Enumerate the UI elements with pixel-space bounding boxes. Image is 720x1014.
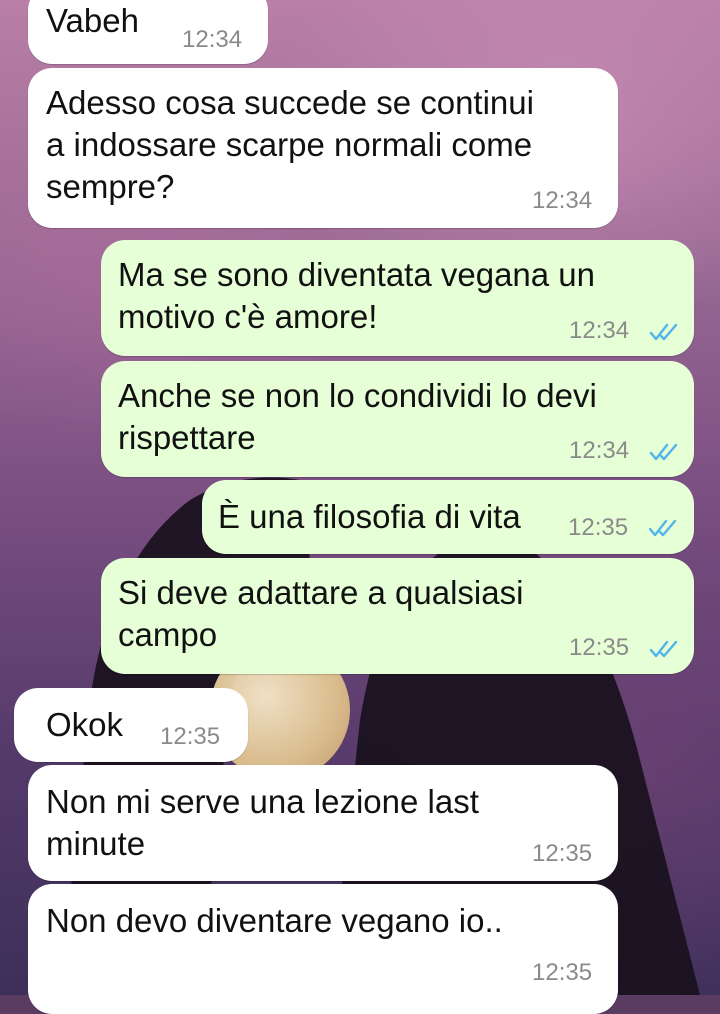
message-text: Adesso cosa succede se continui a indoss… bbox=[46, 84, 534, 205]
message-time: 12:34 bbox=[182, 26, 243, 53]
message-bubble-outgoing[interactable]: È una filosofia di vita 12:35 bbox=[202, 480, 694, 554]
message-text: Non mi serve una lezione last minute bbox=[46, 783, 479, 862]
message-text: Non devo diventare vegano io.. bbox=[46, 902, 503, 939]
message-bubble-incoming[interactable]: Okok 12:35 bbox=[14, 688, 248, 762]
double-check-icon bbox=[648, 519, 677, 537]
message-bubble-outgoing[interactable]: Anche se non lo condividi lo devi rispet… bbox=[101, 361, 694, 477]
double-check-icon bbox=[649, 443, 678, 461]
message-text: È una filosofia di vita bbox=[218, 498, 521, 535]
message-bubble-incoming[interactable]: Adesso cosa succede se continui a indoss… bbox=[28, 68, 618, 228]
message-time: 12:35 bbox=[160, 723, 221, 750]
message-text: Si deve adattare a qualsiasi campo bbox=[118, 574, 524, 653]
message-bubble-outgoing[interactable]: Si deve adattare a qualsiasi campo 12:35 bbox=[101, 558, 694, 674]
message-text: Vabeh bbox=[46, 2, 139, 39]
message-time: 12:35 bbox=[532, 840, 593, 867]
message-bubble-incoming[interactable]: Vabeh 12:34 bbox=[28, 0, 268, 64]
message-time: 12:34 bbox=[569, 437, 630, 464]
message-time: 12:35 bbox=[568, 514, 629, 541]
message-time: 12:35 bbox=[569, 634, 630, 661]
double-check-icon bbox=[649, 640, 678, 658]
double-check-icon bbox=[649, 323, 678, 341]
message-text: Okok bbox=[46, 706, 124, 743]
message-bubble-incoming[interactable]: Non mi serve una lezione last minute 12:… bbox=[28, 765, 618, 881]
message-text: Anche se non lo condividi lo devi rispet… bbox=[118, 377, 597, 456]
message-time: 12:34 bbox=[532, 187, 593, 214]
message-bubble-outgoing[interactable]: Ma se sono diventata vegana un motivo c'… bbox=[101, 240, 694, 356]
chat-thread: Vabeh 12:34 Adesso cosa succede se conti… bbox=[0, 0, 720, 1014]
message-time: 12:35 bbox=[532, 959, 593, 986]
message-time: 12:34 bbox=[569, 317, 630, 344]
message-text: Ma se sono diventata vegana un motivo c'… bbox=[118, 256, 596, 335]
